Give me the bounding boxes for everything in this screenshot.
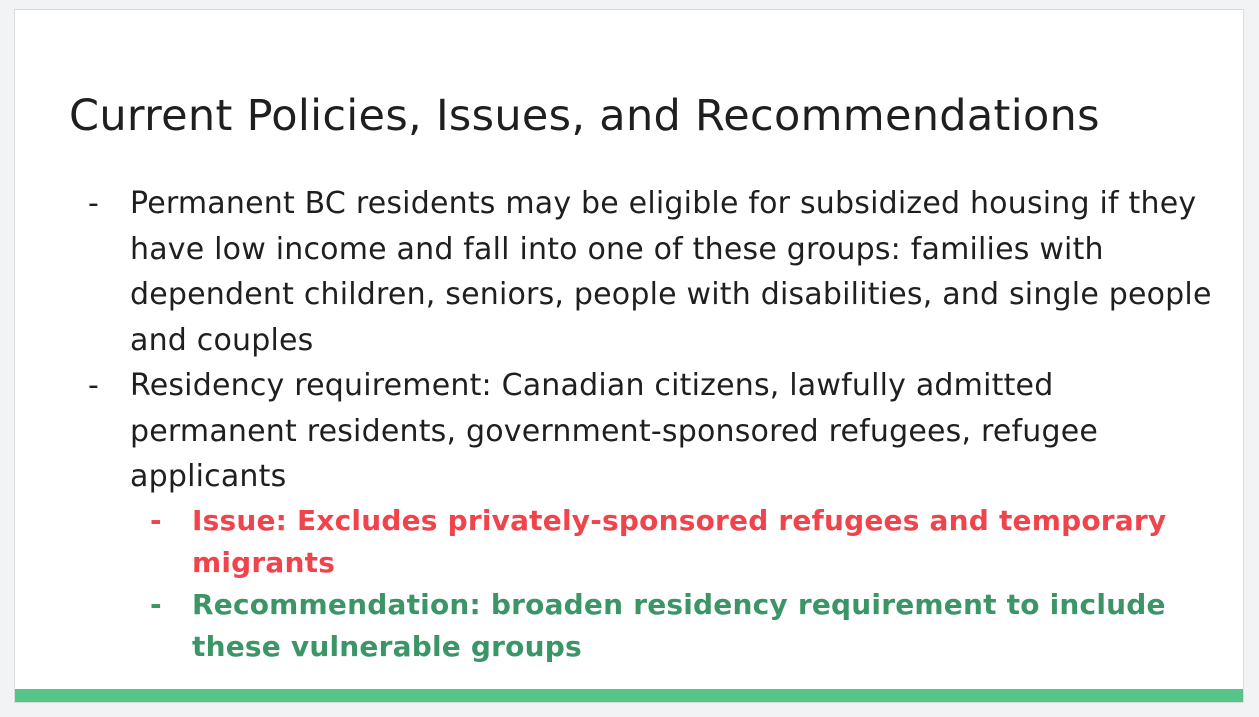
sub-bullet-list: - Issue: Excludes privately-sponsored re… xyxy=(130,500,1215,668)
bullet-dash: - xyxy=(88,186,100,221)
sub-bullet-text: Issue: Excludes privately-sponsored refu… xyxy=(192,503,1167,579)
sub-bullet-text: Recommendation: broaden residency requir… xyxy=(192,587,1166,663)
accent-bar xyxy=(15,689,1243,702)
sub-bullet-issue: - Issue: Excludes privately-sponsored re… xyxy=(150,500,1215,584)
bullet-dash: - xyxy=(88,368,100,403)
bullet-list: - Permanent BC residents may be eligible… xyxy=(15,181,1243,668)
bullet-item-eligibility: - Permanent BC residents may be eligible… xyxy=(15,181,1243,363)
sub-bullet-dash: - xyxy=(150,587,162,621)
slide: Current Policies, Issues, and Recommenda… xyxy=(14,9,1244,703)
bullet-item-residency: - Residency requirement: Canadian citize… xyxy=(15,363,1243,668)
bullet-text: Permanent BC residents may be eligible f… xyxy=(130,186,1212,358)
sub-bullet-dash: - xyxy=(150,503,162,537)
slide-title: Current Policies, Issues, and Recommenda… xyxy=(69,91,1100,141)
bullet-text: Residency requirement: Canadian citizens… xyxy=(130,368,1099,494)
sub-bullet-recommendation: - Recommendation: broaden residency requ… xyxy=(150,584,1215,668)
